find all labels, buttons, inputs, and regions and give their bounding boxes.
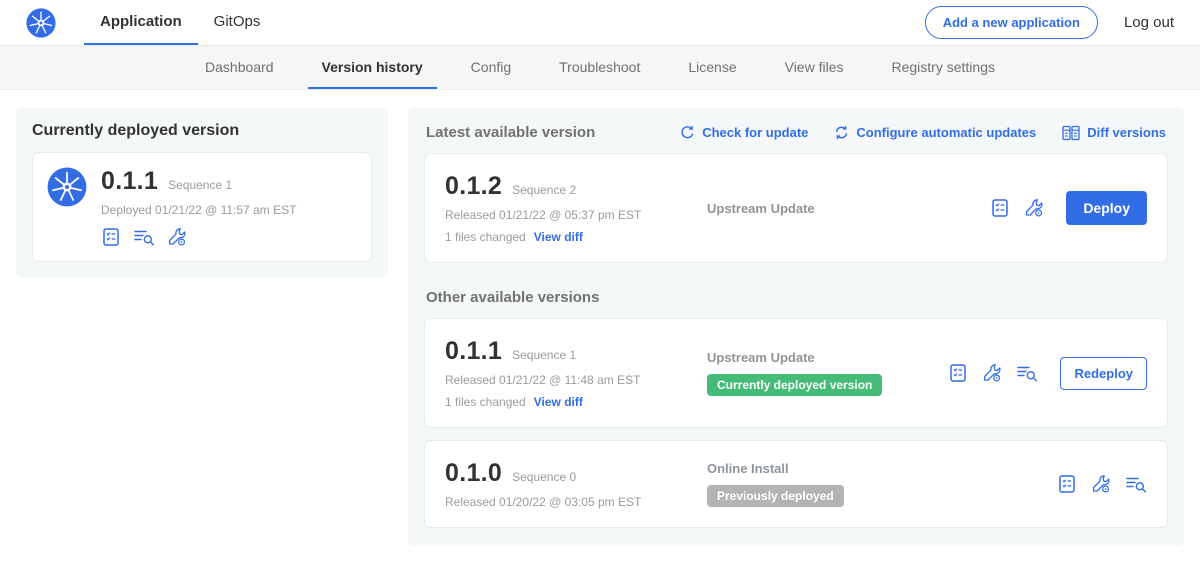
deployed-version-card: 0.1.1 Sequence 1 Deployed 01/21/22 @ 11:… xyxy=(32,152,372,262)
deployed-sequence-label: Sequence 1 xyxy=(168,178,232,192)
version-controls xyxy=(1057,474,1147,494)
subnav-item-version-history[interactable]: Version history xyxy=(308,46,437,89)
auto-update-icon xyxy=(834,125,849,140)
check-for-update-link[interactable]: Check for update xyxy=(680,125,808,141)
subnav-item-config[interactable]: Config xyxy=(457,46,525,89)
sequence-label: Sequence 2 xyxy=(512,183,576,197)
currently-deployed-panel: Currently deployed version 0.1.1 Sequenc… xyxy=(16,108,388,278)
configure-updates-label: Configure automatic updates xyxy=(856,125,1036,140)
deployed-version-info: 0.1.1 Sequence 1 Deployed 01/21/22 @ 11:… xyxy=(101,167,296,247)
config-icon[interactable] xyxy=(1091,474,1111,494)
source-label: Upstream Update xyxy=(707,201,990,216)
subnav-item-license[interactable]: License xyxy=(674,46,750,89)
configure-automatic-updates-link[interactable]: Configure automatic updates xyxy=(834,125,1036,141)
view-diff-link[interactable]: View diff xyxy=(534,230,583,244)
config-icon[interactable] xyxy=(1024,198,1044,218)
deploy-button[interactable]: Deploy xyxy=(1066,191,1147,225)
currently-deployed-title: Currently deployed version xyxy=(32,122,372,140)
previously-deployed-badge: Previously deployed xyxy=(707,485,844,507)
diff-versions-label: Diff versions xyxy=(1087,125,1166,140)
view-diff-link[interactable]: View diff xyxy=(534,395,583,409)
redeploy-button[interactable]: Redeploy xyxy=(1060,357,1147,390)
release-notes-icon[interactable] xyxy=(101,227,121,247)
add-application-button[interactable]: Add a new application xyxy=(925,6,1098,39)
version-actions: Check for update Configure automatic upd… xyxy=(680,125,1166,141)
diff-versions-icon xyxy=(1062,125,1080,141)
version-source: Upstream Update xyxy=(697,201,990,216)
config-icon[interactable] xyxy=(167,227,187,247)
release-notes-icon[interactable] xyxy=(948,363,968,383)
config-icon[interactable] xyxy=(982,363,1002,383)
currently-deployed-badge: Currently deployed version xyxy=(707,374,882,396)
subnav-item-registry-settings[interactable]: Registry settings xyxy=(878,46,1009,89)
kubernetes-logo-icon xyxy=(26,0,56,45)
other-available-title: Other available versions xyxy=(424,289,1168,306)
source-label: Upstream Update xyxy=(707,350,948,365)
top-header: Application GitOps Add a new application… xyxy=(0,0,1200,46)
subnav-item-dashboard[interactable]: Dashboard xyxy=(191,46,288,89)
tab-gitops[interactable]: GitOps xyxy=(198,0,277,45)
tab-application[interactable]: Application xyxy=(84,0,198,45)
version-info: 0.1.2 Sequence 2 Released 01/21/22 @ 05:… xyxy=(445,172,697,244)
version-controls: Deploy xyxy=(990,191,1147,225)
files-changed-label: 1 files changed xyxy=(445,230,526,244)
source-label: Online Install xyxy=(707,461,1057,476)
version-row: 0.1.2 Sequence 2 Released 01/21/22 @ 05:… xyxy=(424,153,1168,263)
app-tabs: Application GitOps xyxy=(84,0,276,45)
released-timestamp: Released 01/21/22 @ 05:37 pm EST xyxy=(445,208,697,222)
available-versions-panel: Latest available version Check for updat… xyxy=(408,108,1184,546)
version-label: 0.1.2 xyxy=(445,172,502,201)
version-label: 0.1.0 xyxy=(445,459,502,488)
version-row: 0.1.0 Sequence 0 Released 01/20/22 @ 03:… xyxy=(424,440,1168,528)
diff-icon[interactable] xyxy=(1016,363,1038,383)
subnav-item-view-files[interactable]: View files xyxy=(771,46,858,89)
release-notes-icon[interactable] xyxy=(990,198,1010,218)
release-notes-icon[interactable] xyxy=(1057,474,1077,494)
version-source: Upstream Update Currently deployed versi… xyxy=(697,350,948,396)
version-row: 0.1.1 Sequence 1 Released 01/21/22 @ 11:… xyxy=(424,318,1168,428)
version-label: 0.1.1 xyxy=(445,337,502,366)
released-timestamp: Released 01/20/22 @ 03:05 pm EST xyxy=(445,495,697,509)
diff-icon[interactable] xyxy=(133,227,155,247)
version-info: 0.1.1 Sequence 1 Released 01/21/22 @ 11:… xyxy=(445,337,697,409)
app-subnav: Dashboard Version history Config Trouble… xyxy=(0,46,1200,90)
version-controls: Redeploy xyxy=(948,357,1147,390)
main-content: Currently deployed version 0.1.1 Sequenc… xyxy=(0,90,1200,564)
sequence-label: Sequence 0 xyxy=(512,470,576,484)
diff-icon[interactable] xyxy=(1125,474,1147,494)
deployed-version-label: 0.1.1 xyxy=(101,167,158,196)
sequence-label: Sequence 1 xyxy=(512,348,576,362)
refresh-icon xyxy=(680,125,695,140)
diff-versions-link[interactable]: Diff versions xyxy=(1062,125,1166,141)
logout-button[interactable]: Log out xyxy=(1124,14,1174,31)
deployed-timestamp: Deployed 01/21/22 @ 11:57 am EST xyxy=(101,203,296,217)
files-changed-label: 1 files changed xyxy=(445,395,526,409)
topbar-right: Add a new application Log out xyxy=(925,0,1174,45)
check-for-update-label: Check for update xyxy=(702,125,808,140)
released-timestamp: Released 01/21/22 @ 11:48 am EST xyxy=(445,373,697,387)
version-info: 0.1.0 Sequence 0 Released 01/20/22 @ 03:… xyxy=(445,459,697,509)
subnav-item-troubleshoot[interactable]: Troubleshoot xyxy=(545,46,654,89)
version-source: Online Install Previously deployed xyxy=(697,461,1057,507)
latest-available-title: Latest available version xyxy=(426,124,595,141)
kubernetes-app-icon xyxy=(47,167,87,247)
